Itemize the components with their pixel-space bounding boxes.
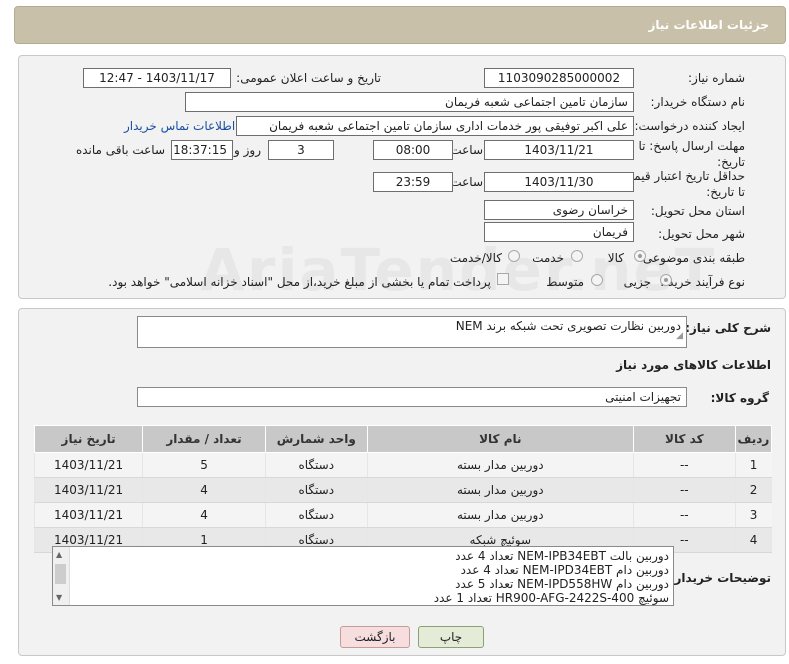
category-radio-goods-service[interactable] [508,250,520,262]
price-valid-date-field: 1403/11/30 [484,172,634,192]
price-valid-label: حداقل تاریخ اعتبار قیمت: تا تاریخ: [615,168,745,200]
col-header-unit: واحد شمارش [264,425,368,453]
purchase-option-medium: متوسط [546,275,584,289]
province-field: خراسان رضوی [484,200,634,220]
table-row: 3 -- دوربین مدار بسته دستگاه 4 1403/11/2… [33,502,772,528]
note-line: سوئیچ HR900-AFG-2422S-400 تعداد 1 عدد [433,591,669,605]
cell-quantity: 5 [142,452,266,478]
description-label: شرح کلی نیاز: [685,321,771,335]
scroll-thumb[interactable] [55,564,66,584]
goods-info-title: اطلاعات کالاهای مورد نیاز [616,358,771,372]
table-row: 1 -- دوربین مدار بسته دستگاه 5 1403/11/2… [33,452,772,478]
need-number-label: شماره نیاز: [688,71,745,85]
cell-code: -- [632,502,736,528]
col-header-code: کد کالا [632,425,736,453]
cell-need-date: 1403/11/21 [33,452,143,478]
back-button[interactable]: بازگشت [340,626,410,648]
cell-row-number: 2 [734,477,772,503]
col-header-need-date: تاریخ نیاز [33,425,144,453]
cell-name: دوربین مدار بسته [366,502,634,528]
cell-row-number: 3 [734,502,772,528]
send-deadline-label: مهلت ارسال پاسخ: تا تاریخ: [635,138,745,170]
col-header-name: نام کالا [366,425,634,453]
cell-code: -- [632,477,736,503]
buyer-org-label: نام دستگاه خریدار: [650,95,746,109]
announce-field: 1403/11/17 - 12:47 [83,68,231,88]
send-deadline-label-text: مهلت ارسال پاسخ: تا تاریخ: [638,139,745,169]
purchase-radio-medium[interactable] [591,274,603,286]
scroll-up-icon[interactable]: ▲ [56,550,62,559]
province-label: استان محل تحویل: [650,204,745,218]
cell-unit: دستگاه [264,477,368,503]
watermark: AriaTender.neT [200,236,716,304]
scroll-down-icon[interactable]: ▼ [56,593,62,602]
payment-note: پرداخت تمام یا بخشی از مبلغ خرید،از محل … [108,275,491,289]
note-line: دوربین دام NEM-IPD34EBT تعداد 4 عدد [460,563,669,577]
purchase-type-label: نوع فرآیند خرید : [660,275,745,289]
resize-grip-icon[interactable]: ◢ [676,327,683,345]
buyer-notes-text: دوربین بالت NEM-IPB34EBT تعداد 4 عدد دور… [434,549,669,605]
notes-scrollbar[interactable]: ▲ ▼ [53,547,70,605]
buyer-notes-box[interactable]: ▲ ▼ دوربین بالت NEM-IPB34EBT تعداد 4 عدد… [52,546,674,606]
cell-need-date: 1403/11/21 [33,502,143,528]
cell-name: دوربین مدار بسته [366,452,634,478]
cell-quantity: 4 [142,477,266,503]
requester-label: ایجاد کننده درخواست: [634,119,745,133]
need-number-field: 1103090285000002 [484,68,634,88]
table-header-row: ردیف کد کالا نام کالا واحد شمارش تعداد /… [33,425,773,453]
price-valid-label-text: حداقل تاریخ اعتبار قیمت: تا تاریخ: [618,169,745,199]
contact-buyer-link[interactable]: اطلاعات تماس خریدار [124,119,235,133]
send-deadline-time-label: ساعت [450,143,483,157]
category-label: طبقه بندی موضوعی: [638,251,745,265]
print-button[interactable]: چاپ [418,626,484,648]
header-bar: جزئیات اطلاعات نیاز [14,6,786,44]
note-line: دوربین بالت NEM-IPB34EBT تعداد 4 عدد [455,549,669,563]
announce-label: تاریخ و ساعت اعلان عمومی: [236,71,381,85]
goods-group-label: گروه کالا: [710,391,769,405]
days-and-label: روز و [234,143,261,157]
category-option-goods: کالا [607,251,624,265]
purchase-radio-minor[interactable] [660,274,672,286]
remaining-time-field: 18:37:15 [171,140,233,160]
cell-unit: دستگاه [264,452,368,478]
price-valid-time-field: 23:59 [373,172,453,192]
remaining-label: ساعت باقی مانده [75,143,165,157]
items-table: ردیف کد کالا نام کالا واحد شمارش تعداد /… [33,425,773,553]
description-text: دوربین نظارت تصویری تحت شبکه برند NEM [455,319,681,333]
price-valid-time-label: ساعت [450,175,483,189]
cell-unit: دستگاه [264,502,368,528]
col-header-quantity: تعداد / مقدار [142,425,266,453]
col-header-row-number: ردیف [734,425,773,453]
cell-need-date: 1403/11/21 [33,477,143,503]
category-radio-service[interactable] [571,250,583,262]
table-row: 2 -- دوربین مدار بسته دستگاه 4 1403/11/2… [33,477,772,503]
buyer-notes-label: توضیحات خریدار: [669,571,771,585]
cell-code: -- [632,452,736,478]
days-count-field: 3 [268,140,334,160]
category-option-goods-service: کالا/خدمت [449,251,502,265]
purchase-option-minor: جزیی [623,275,651,289]
cell-row-number: 4 [734,527,772,553]
city-field: فریمان [484,222,634,242]
cell-quantity: 4 [142,502,266,528]
buyer-org-field: سازمان تامین اجتماعی شعبه فریمان [185,92,634,112]
send-deadline-date-field: 1403/11/21 [484,140,634,160]
category-option-service: خدمت [532,251,564,265]
page-title: جزئیات اطلاعات نیاز [648,18,769,32]
send-deadline-time-field: 08:00 [373,140,453,160]
note-line: دوربین دام NEM-IPD558HW تعداد 5 عدد [455,577,669,591]
goods-group-field: تجهیزات امنیتی [137,387,687,407]
cell-row-number: 1 [734,452,772,478]
requester-field: علی اکبر توفیقی پور خدمات اداری سازمان ت… [236,116,634,136]
city-label: شهر محل تحویل: [658,227,745,241]
category-radio-goods[interactable] [634,250,646,262]
cell-name: دوربین مدار بسته [366,477,634,503]
description-field: دوربین نظارت تصویری تحت شبکه برند NEM ◢ [137,316,687,348]
treasury-payment-checkbox[interactable] [497,273,509,285]
